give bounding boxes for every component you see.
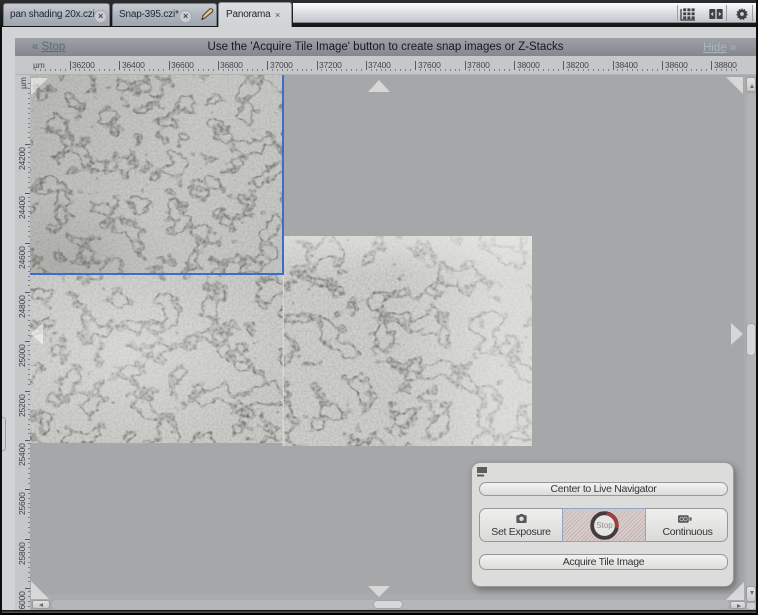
svg-text:Stop: Stop <box>596 521 613 530</box>
